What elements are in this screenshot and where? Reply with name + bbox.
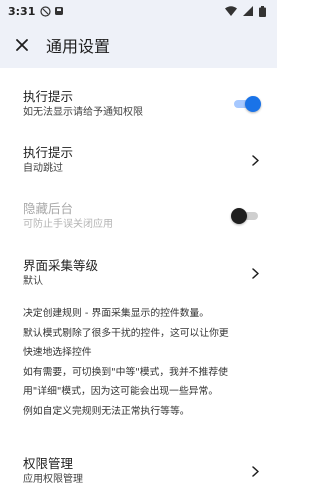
chevron-right-icon bbox=[249, 153, 261, 167]
setting-sub: 默认 bbox=[23, 276, 43, 287]
setting-sub: 应用权限管理 bbox=[23, 474, 83, 485]
chevron-right-icon bbox=[249, 464, 261, 478]
description-line: 用"详细"模式，因为这可能会出现一些异常。 bbox=[23, 386, 219, 397]
setting-permissions[interactable]: 权限管理 应用权限管理 bbox=[0, 451, 277, 491]
description-line: 例如自定义完规则无法正常执行等等。 bbox=[23, 405, 190, 417]
vpn-circle-icon bbox=[40, 5, 51, 17]
hide-background-switch[interactable] bbox=[231, 207, 261, 225]
chevron-right-icon bbox=[249, 266, 261, 280]
app-bar: 通用设置 bbox=[0, 22, 277, 68]
status-bar: 3:31 bbox=[0, 0, 277, 22]
description-line: 如有需要，可切换到"中等"模式，我并不推荐使 bbox=[23, 366, 228, 378]
exec-prompt-switch[interactable] bbox=[231, 95, 261, 113]
setting-label: 隐藏后台 bbox=[23, 201, 74, 216]
status-time: 3:31 bbox=[8, 4, 36, 18]
setting-label: 执行提示 bbox=[23, 89, 74, 104]
setting-sub: 如无法显示请给予通知权限 bbox=[23, 107, 143, 118]
description-line: 快速地选择控件 bbox=[23, 347, 92, 358]
setting-sub: 自动跳过 bbox=[23, 163, 63, 174]
wifi-icon bbox=[225, 6, 237, 16]
setting-exec-prompt-mode[interactable]: 执行提示 自动跳过 bbox=[0, 140, 277, 180]
close-icon bbox=[16, 36, 28, 55]
setting-sub: 可防止手误关闭应用 bbox=[23, 219, 113, 230]
description-line: 默认模式剔除了很多干扰的控件，这可以让你更 bbox=[23, 327, 229, 339]
setting-label: 权限管理 bbox=[23, 456, 74, 471]
setting-exec-prompt-toggle[interactable]: 执行提示 如无法显示请给予通知权限 bbox=[0, 84, 277, 124]
notification-square-icon bbox=[54, 6, 64, 16]
setting-ui-collect-level[interactable]: 界面采集等级 默认 bbox=[0, 253, 277, 293]
battery-icon bbox=[259, 5, 266, 17]
switch-thumb bbox=[245, 96, 261, 112]
setting-label: 执行提示 bbox=[23, 145, 74, 160]
close-button[interactable] bbox=[2, 22, 42, 68]
ui-collect-description: 决定创建规则 - 界面采集显示的控件数量。 默认模式剔除了很多干扰的控件，这可以… bbox=[23, 304, 263, 421]
setting-hide-background[interactable]: 隐藏后台 可防止手误关闭应用 bbox=[0, 196, 277, 236]
signal-icon bbox=[243, 6, 253, 16]
page-title: 通用设置 bbox=[46, 37, 111, 56]
setting-label: 界面采集等级 bbox=[23, 258, 99, 273]
description-line: 决定创建规则 - 界面采集显示的控件数量。 bbox=[23, 308, 210, 319]
switch-thumb bbox=[231, 208, 247, 224]
